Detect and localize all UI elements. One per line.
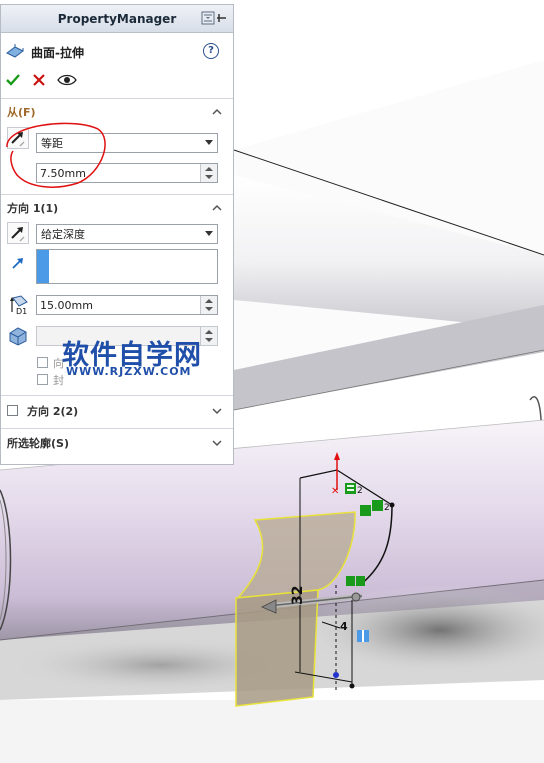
cap-end-label: 封 bbox=[53, 374, 64, 387]
svg-text:D1: D1 bbox=[16, 307, 27, 316]
selection-indicator bbox=[37, 250, 49, 283]
direction1-section-header[interactable]: 方向 1(1) bbox=[1, 198, 233, 218]
direction1-label: 方向 1(1) bbox=[7, 202, 59, 215]
end-condition-select[interactable]: 给定深度 bbox=[36, 224, 218, 244]
relation-label-b: 2 bbox=[384, 503, 390, 513]
property-manager-title: PropertyManager bbox=[57, 11, 177, 26]
divider bbox=[1, 98, 233, 99]
divider bbox=[1, 395, 233, 396]
direction2-checkbox[interactable] bbox=[7, 405, 18, 416]
cancel-x-icon[interactable] bbox=[31, 72, 47, 88]
depth-input[interactable]: 15.00mm bbox=[36, 295, 218, 315]
depth-value: 15.00mm bbox=[40, 298, 93, 312]
property-manager-header: PropertyManager bbox=[1, 5, 233, 33]
annotation-circle bbox=[6, 122, 106, 188]
spin-arrows-icon[interactable] bbox=[200, 164, 217, 182]
selected-contours-header[interactable]: 所选轮廓(S) bbox=[1, 433, 233, 453]
direction-vector-listbox[interactable] bbox=[36, 249, 218, 284]
watermark-url: WWW.RJZXW.COM bbox=[66, 365, 192, 378]
divider bbox=[1, 194, 233, 195]
direction1-reverse-button[interactable] bbox=[7, 222, 29, 244]
dimension-32: 32 bbox=[290, 586, 306, 605]
property-manager-panel: PropertyManager 曲面-拉伸 ? 从(F) 等距 7.50mm 方… bbox=[0, 4, 234, 465]
direction2-section-header[interactable]: 方向 2(2) bbox=[1, 401, 233, 421]
direction-arrow-icon bbox=[12, 258, 23, 269]
ok-check-icon[interactable] bbox=[5, 72, 21, 88]
direction2-label: 方向 2(2) bbox=[27, 405, 79, 418]
end-condition-value: 给定深度 bbox=[41, 228, 85, 241]
draft-outward-checkbox bbox=[37, 357, 48, 368]
chevron-down-icon[interactable] bbox=[211, 437, 223, 449]
preview-eye-icon[interactable] bbox=[57, 72, 77, 88]
help-icon[interactable]: ? bbox=[203, 43, 219, 59]
svg-text:✕: ✕ bbox=[331, 486, 339, 497]
reverse-direction-icon bbox=[11, 227, 25, 242]
selected-contours-label: 所选轮廓(S) bbox=[7, 437, 69, 450]
depth-icon: D1 bbox=[10, 295, 28, 316]
feature-title: 曲面-拉伸 bbox=[31, 45, 84, 60]
spin-arrows-icon bbox=[200, 327, 217, 345]
draft-toggle-button[interactable] bbox=[7, 325, 29, 347]
action-buttons bbox=[5, 69, 105, 91]
dimension-4: 4 bbox=[340, 620, 348, 633]
pushpin-icon[interactable] bbox=[201, 11, 227, 25]
extrude-surface-icon bbox=[6, 44, 24, 58]
draft-icon bbox=[9, 327, 27, 346]
chevron-down-icon bbox=[205, 231, 213, 236]
chevron-down-icon bbox=[205, 140, 213, 145]
cap-end-checkbox bbox=[37, 374, 48, 385]
relation-label-a: 2 bbox=[357, 486, 363, 496]
divider bbox=[1, 428, 233, 429]
chevron-up-icon[interactable] bbox=[211, 202, 223, 214]
chevron-up-icon[interactable] bbox=[211, 106, 223, 118]
spin-arrows-icon[interactable] bbox=[200, 296, 217, 314]
feature-header: 曲面-拉伸 ? bbox=[5, 41, 229, 63]
chevron-down-icon[interactable] bbox=[211, 405, 223, 417]
